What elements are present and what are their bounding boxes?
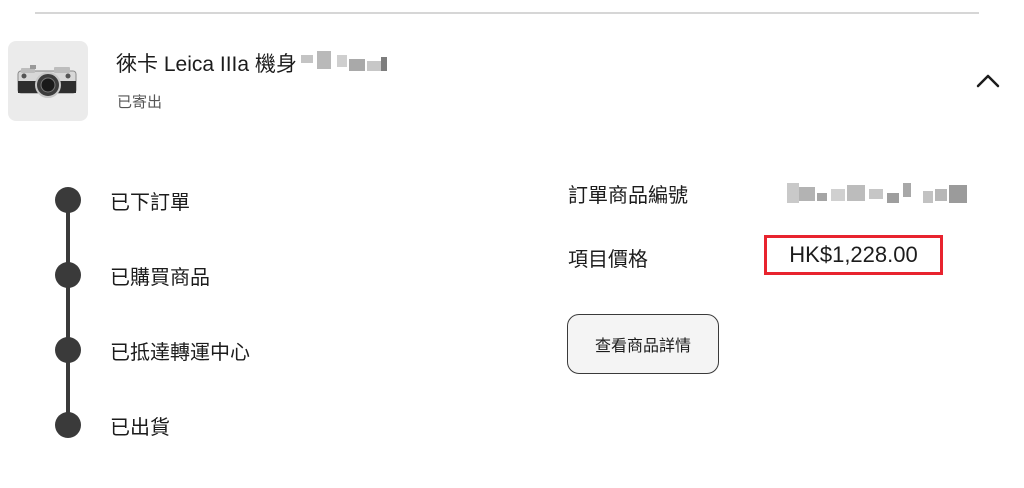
timeline-step-arrived-hub: 已抵達轉運中心	[110, 340, 250, 364]
timeline-dot	[55, 262, 81, 288]
item-price-value: HK$1,228.00	[789, 242, 918, 267]
timeline-step-ordered: 已下訂單	[110, 190, 190, 214]
product-title[interactable]: 徠卡 Leica IIIa 機身	[116, 48, 297, 78]
collapse-toggle-button[interactable]	[974, 70, 1002, 90]
timeline-step-purchased: 已購買商品	[110, 265, 210, 289]
timeline-dot	[55, 337, 81, 363]
shipping-status: 已寄出	[117, 93, 163, 111]
timeline-step-shipped: 已出貨	[110, 415, 170, 439]
timeline-dot	[55, 412, 81, 438]
timeline-connector	[66, 200, 70, 425]
chevron-up-icon	[976, 74, 1000, 88]
product-thumbnail[interactable]	[8, 41, 88, 121]
price-highlight-box: HK$1,228.00	[764, 235, 943, 275]
item-price-label: 項目價格	[568, 247, 648, 271]
product-title-row: 徠卡 Leica IIIa 機身	[116, 48, 389, 78]
redacted-item-id	[787, 181, 969, 207]
camera-icon	[17, 65, 77, 98]
top-divider	[35, 12, 979, 14]
item-id-label: 訂單商品編號	[568, 183, 688, 207]
redacted-title-mosaic	[300, 51, 389, 75]
timeline-dot	[55, 187, 81, 213]
view-item-details-button[interactable]: 查看商品詳情	[567, 314, 719, 374]
